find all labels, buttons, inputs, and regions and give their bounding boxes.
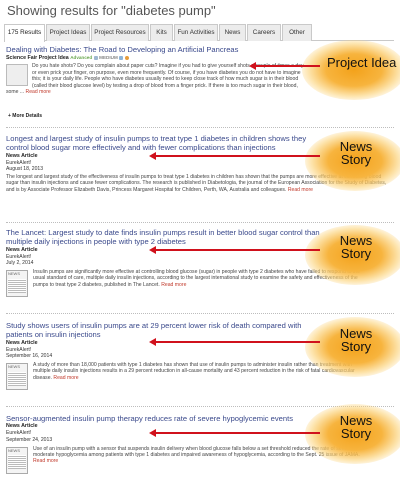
callout-news-story: News Story	[339, 233, 373, 261]
time-icon	[93, 56, 98, 60]
difficulty-level: Advanced	[70, 55, 93, 61]
read-more-link[interactable]: Read more	[26, 89, 51, 95]
page-title: Showing results for "diabetes pump"	[7, 3, 216, 18]
red-arrow-icon	[149, 429, 320, 437]
read-more-link[interactable]: Read more	[53, 375, 78, 381]
news-thumb-label: NEWS	[8, 271, 20, 276]
callout-news-story: News Story	[339, 326, 373, 354]
tab-project-ideas[interactable]: Project Ideas	[46, 24, 90, 41]
safety-icon	[124, 56, 129, 60]
result-description: A study of more than 18,000 patients wit…	[33, 362, 355, 381]
cost-icon	[119, 56, 124, 60]
read-more-link[interactable]: Read more	[161, 282, 186, 288]
result-type: Science Fair Project Idea	[6, 55, 69, 62]
read-more-link[interactable]: Read more	[33, 458, 58, 464]
red-arrow-icon	[149, 338, 320, 346]
tab-kits[interactable]: Kits	[150, 24, 173, 41]
results-tabs: 175 Results Project Ideas Project Resour…	[4, 24, 394, 42]
callout-project-idea: Project Idea	[327, 55, 397, 70]
red-arrow-icon	[249, 62, 320, 70]
news-thumbnail-image[interactable]: NEWS	[6, 446, 28, 474]
read-more-link[interactable]: Read more	[288, 187, 313, 193]
callout-highlight	[302, 40, 400, 100]
time-required: MEDIUM	[99, 55, 118, 61]
news-thumbnail-image[interactable]: NEWS	[6, 363, 28, 390]
tab-news[interactable]: News	[219, 24, 246, 41]
tab-all-results[interactable]: 175 Results	[4, 24, 45, 42]
callout-news-story: News Story	[339, 413, 373, 441]
tab-project-resources[interactable]: Project Resources	[91, 24, 149, 41]
news-thumb-label: NEWS	[8, 364, 20, 369]
news-thumb-label: NEWS	[8, 447, 20, 453]
tab-careers[interactable]: Careers	[247, 24, 281, 41]
callout-news-story: News Story	[339, 139, 373, 167]
result-title-link[interactable]: Study shows users of insulin pumps are a…	[6, 321, 324, 340]
red-arrow-icon	[149, 246, 320, 254]
result-title-link[interactable]: Dealing with Diabetes: The Road to Devel…	[6, 45, 324, 54]
project-thumbnail-image[interactable]	[6, 64, 28, 87]
tab-fun-activities[interactable]: Fun Activities	[174, 24, 218, 41]
divider	[6, 222, 394, 223]
more-details-toggle[interactable]: + More Details	[8, 113, 42, 119]
divider	[6, 127, 394, 128]
news-thumbnail-image[interactable]: NEWS	[6, 270, 28, 297]
result-title-link[interactable]: Longest and largest study of insulin pum…	[6, 134, 324, 153]
result-title-link[interactable]: Sensor-augmented insulin pump therapy re…	[6, 414, 324, 423]
result-title-link[interactable]: The Lancet: Largest study to date finds …	[6, 228, 324, 247]
divider	[6, 313, 394, 314]
result-description: Insulin pumps are significantly more eff…	[33, 269, 360, 288]
red-arrow-icon	[149, 152, 320, 160]
tab-other[interactable]: Other	[282, 24, 312, 41]
